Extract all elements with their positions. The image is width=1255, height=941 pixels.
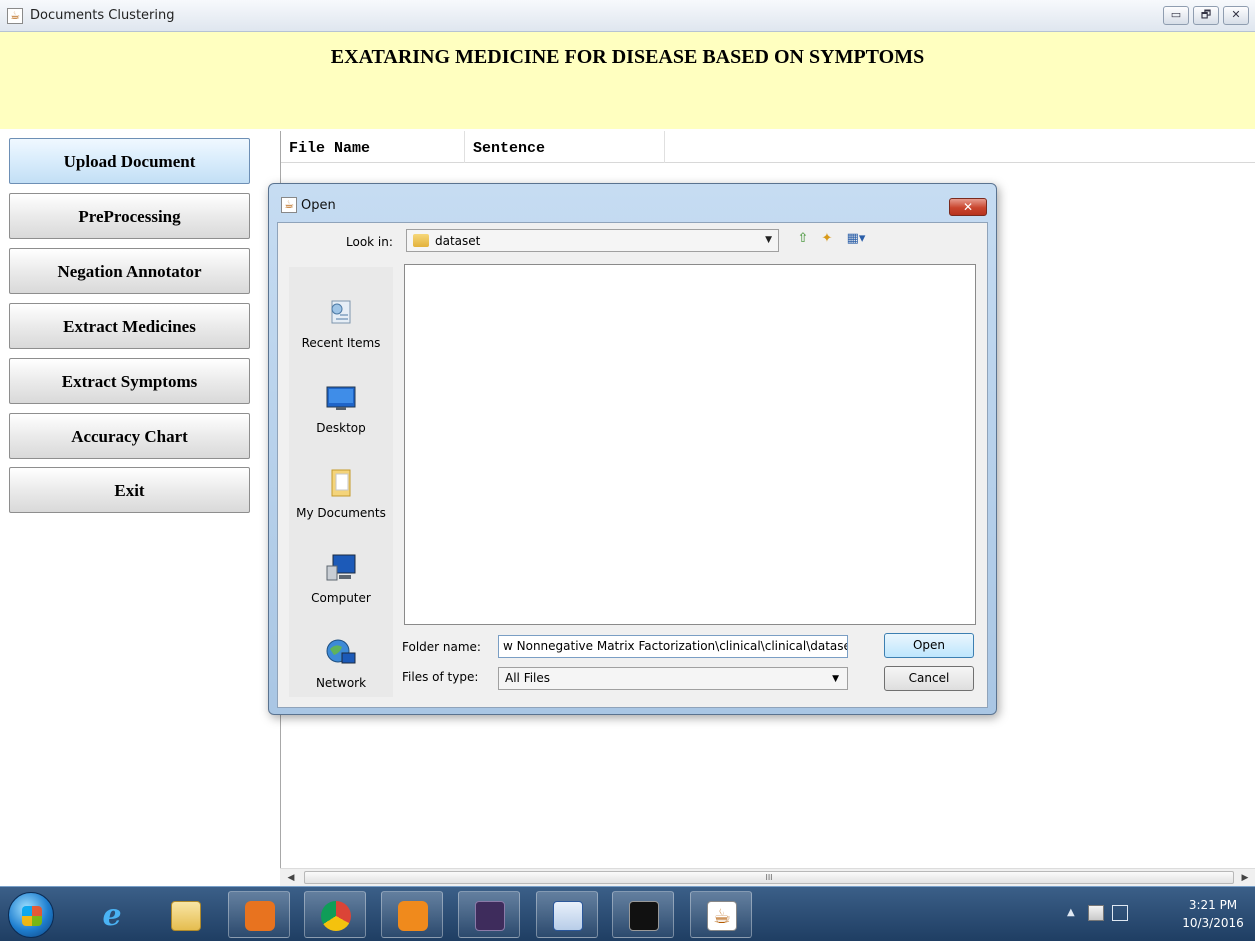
column-sentence[interactable]: Sentence [465, 131, 665, 163]
taskbar-file-explorer[interactable] [154, 891, 216, 938]
my-documents-icon [331, 469, 351, 497]
taskbar-uc-browser[interactable] [381, 891, 443, 938]
preprocessing-button[interactable]: PreProcessing [9, 193, 250, 239]
place-label: Network [315, 676, 367, 690]
place-my-documents[interactable]: My Documents [289, 467, 393, 520]
window-titlebar: ☕ Documents Clustering ▭ 🗗 ✕ [0, 0, 1255, 32]
uc-browser-icon [398, 901, 428, 931]
taskbar-word[interactable] [536, 891, 598, 938]
look-in-label: Look in: [346, 235, 393, 249]
java-coffee-icon: ☕ [7, 8, 23, 24]
file-explorer-icon [171, 901, 201, 931]
file-list[interactable] [404, 264, 976, 625]
open-button[interactable]: Open [884, 633, 974, 658]
action-center-icon[interactable] [1088, 905, 1104, 921]
start-button[interactable] [8, 892, 54, 938]
taskbar-clock[interactable]: 3:21 PM 10/3/2016 [1180, 896, 1246, 932]
computer-icon [326, 554, 356, 581]
taskbar-internet-explorer[interactable]: e [80, 891, 142, 938]
dialog-close-button[interactable]: ✕ [949, 198, 987, 216]
cancel-button[interactable]: Cancel [884, 666, 974, 691]
up-folder-icon[interactable]: ⇧ [794, 231, 812, 247]
recent-items-icon [331, 300, 351, 324]
files-of-type-select[interactable]: All Files ▼ [498, 667, 848, 690]
taskbar-chrome[interactable] [304, 891, 366, 938]
extract-symptoms-button[interactable]: Extract Symptoms [9, 358, 250, 404]
place-label: Recent Items [301, 336, 381, 350]
folder-name-label: Folder name: [402, 640, 481, 654]
java-icon: ☕ [707, 901, 737, 931]
look-in-combo[interactable]: dataset ▼ [406, 229, 779, 252]
media-player-icon [245, 901, 275, 931]
place-recent-items[interactable]: Recent Items [289, 297, 393, 350]
minimize-button[interactable]: ▭ [1163, 6, 1189, 25]
chevron-down-icon: ▼ [832, 674, 839, 684]
java-coffee-icon: ☕ [281, 197, 297, 213]
places-bar: Recent Items Desktop My Documents Comput… [289, 267, 393, 697]
taskbar-media-player[interactable] [228, 891, 290, 938]
network-status-icon[interactable] [1112, 905, 1128, 921]
view-menu-icon[interactable]: ▦▾ [842, 231, 870, 247]
open-file-dialog: ☕ Open ✕ Look in: dataset ▼ ⇧ ✦ ▦▾ Recen… [268, 183, 997, 715]
column-file-name[interactable]: File Name [281, 131, 465, 163]
java-ee-ide-icon [475, 901, 505, 931]
horizontal-scrollbar[interactable]: ◀ III ▶ [280, 868, 1255, 886]
restore-button[interactable]: 🗗 [1193, 6, 1219, 25]
place-computer[interactable]: Computer [289, 552, 393, 605]
place-label: My Documents [296, 506, 386, 520]
internet-explorer-icon: e [102, 898, 122, 933]
page-title: EXATARING MEDICINE FOR DISEASE BASED ON … [330, 46, 925, 68]
upload-document-button[interactable]: Upload Document [9, 138, 250, 184]
scroll-right-icon[interactable]: ▶ [1238, 871, 1252, 885]
place-desktop[interactable]: Desktop [289, 382, 393, 435]
taskbar-java-app[interactable]: ☕ [690, 891, 752, 938]
windows-logo-icon [22, 906, 42, 926]
show-hidden-icons[interactable]: ▲ [1067, 907, 1075, 918]
dialog-title: Open [301, 198, 336, 213]
network-icon [326, 639, 356, 664]
negation-annotator-button[interactable]: Negation Annotator [9, 248, 250, 294]
table-header: File Name Sentence [281, 131, 1255, 163]
extract-medicines-button[interactable]: Extract Medicines [9, 303, 250, 349]
accuracy-chart-button[interactable]: Accuracy Chart [9, 413, 250, 459]
desktop-icon [326, 386, 356, 410]
word-icon [553, 901, 583, 931]
files-of-type-value: All Files [505, 671, 551, 685]
taskbar-command-prompt[interactable] [612, 891, 674, 938]
scroll-left-icon[interactable]: ◀ [284, 871, 298, 885]
exit-button[interactable]: Exit [9, 467, 250, 513]
close-window-button[interactable]: ✕ [1223, 6, 1249, 25]
place-label: Desktop [316, 421, 366, 435]
chevron-down-icon: ▼ [765, 235, 772, 245]
files-of-type-label: Files of type: [402, 670, 479, 684]
window-title: Documents Clustering [30, 8, 175, 23]
clock-time: 3:21 PM [1188, 898, 1238, 912]
chrome-icon [321, 901, 351, 931]
folder-icon [413, 234, 429, 247]
look-in-value: dataset [435, 234, 481, 248]
clock-date: 10/3/2016 [1182, 916, 1244, 930]
taskbar: e ☕ ▲ 3:21 PM 10/3/2016 [0, 886, 1255, 941]
place-label: Computer [311, 591, 371, 605]
place-network[interactable]: Network [289, 637, 393, 690]
taskbar-java-ee-ide[interactable] [458, 891, 520, 938]
command-prompt-icon [629, 901, 659, 931]
folder-name-field[interactable]: w Nonnegative Matrix Factorization\clini… [498, 635, 848, 658]
scroll-thumb[interactable]: III [304, 871, 1234, 884]
new-folder-icon[interactable]: ✦ [818, 231, 836, 247]
app-header: EXATARING MEDICINE FOR DISEASE BASED ON … [0, 32, 1255, 129]
dialog-body: Look in: dataset ▼ ⇧ ✦ ▦▾ Recent Items D… [277, 222, 988, 708]
